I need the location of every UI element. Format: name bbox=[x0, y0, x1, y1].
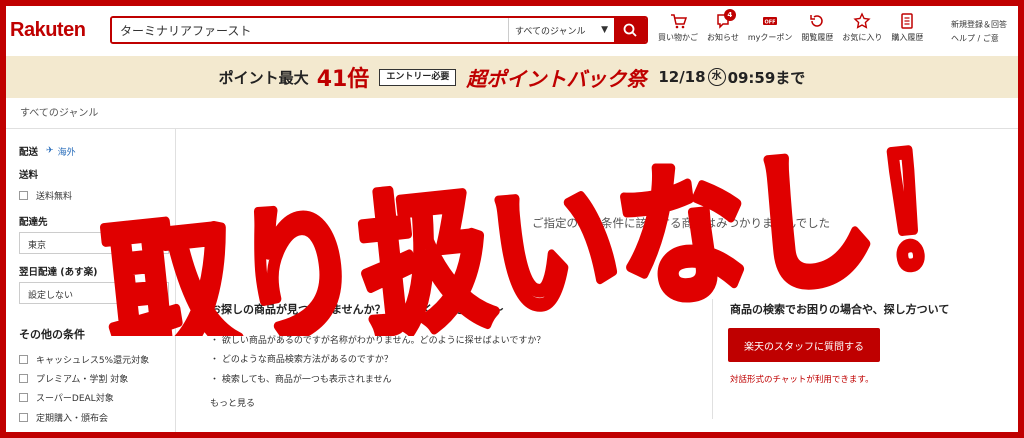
cart-icon bbox=[671, 14, 687, 29]
banner-entry-badge: エントリー必要 bbox=[379, 68, 457, 86]
nextday-heading: 翌日配達 (あす楽) bbox=[19, 267, 98, 278]
condition-checkbox[interactable] bbox=[19, 393, 28, 402]
star-icon bbox=[853, 12, 871, 29]
condition-option[interactable]: キャッシュレス5%還元対象 bbox=[19, 353, 149, 366]
column-divider bbox=[712, 299, 713, 419]
no-result-message: ご指定の検索条件に該当する商品はみつかりませんでした bbox=[532, 216, 831, 230]
faq-title: お探しの商品が見つかりませんか？ ～ よくあるご質問 ～ bbox=[210, 303, 504, 316]
search-input[interactable] bbox=[112, 18, 508, 42]
purchase-history-link[interactable]: 購入履歴 bbox=[891, 12, 923, 43]
receipt-icon bbox=[901, 13, 914, 29]
favorites-link[interactable]: お気に入り bbox=[842, 12, 882, 43]
banner-weekday: 水 bbox=[707, 68, 726, 86]
coupon-link[interactable]: OFF myクーポン bbox=[747, 12, 793, 43]
condition-label: 定期購入・頒布会 bbox=[36, 414, 109, 424]
condition-checkbox[interactable] bbox=[19, 413, 28, 422]
nextday-select[interactable]: 設定しない bbox=[19, 282, 169, 304]
coupon-label: myクーポン bbox=[747, 33, 793, 42]
condition-option[interactable]: スーパーDEAL対象 bbox=[19, 391, 114, 404]
condition-checkbox[interactable] bbox=[19, 355, 28, 364]
faq-item[interactable]: ・ どのような商品検索方法があるのですか？ bbox=[210, 352, 393, 365]
faq-item[interactable]: ・ 検索しても、商品が一つも表示されません bbox=[210, 372, 392, 385]
search-bar: すべてのジャンル ▼ bbox=[110, 16, 648, 44]
banner-event-name: 超ポイントバック祭 bbox=[466, 66, 647, 91]
condition-checkbox[interactable] bbox=[19, 374, 28, 383]
condition-label: スーパーDEAL対象 bbox=[36, 394, 114, 404]
banner-point-max: ポイント最大 bbox=[218, 68, 309, 87]
search-icon bbox=[623, 23, 637, 37]
register-links: 新規登録＆回答 ヘルプ / ご意 bbox=[951, 18, 1007, 46]
shipping-heading: 送料 bbox=[19, 170, 39, 181]
svg-text:OFF: OFF bbox=[765, 20, 776, 26]
destination-select[interactable]: 東京 bbox=[19, 232, 169, 254]
search-button[interactable] bbox=[614, 18, 646, 42]
history-label: 閲覧履歴 bbox=[801, 33, 834, 42]
plane-icon: ✈ bbox=[46, 146, 54, 156]
screenshot-frame: Rakuten すべてのジャンル ▼ 買い物かご 4 お知らせ OFF bbox=[6, 6, 1018, 432]
notification-link[interactable]: 4 お知らせ bbox=[707, 9, 739, 43]
register-link[interactable]: 新規登録＆回答 bbox=[951, 18, 1007, 32]
chat-note: 対話形式のチャットが利用できます。 bbox=[730, 375, 874, 385]
notification-label: お知らせ bbox=[707, 33, 739, 42]
condition-label: キャッシュレス5%還元対象 bbox=[36, 356, 150, 366]
condition-option[interactable]: プレミアム・学割 対象 bbox=[19, 372, 128, 385]
more-link[interactable]: もっと見る bbox=[210, 396, 255, 409]
free-shipping-label: 送料無料 bbox=[36, 192, 73, 202]
banner-time: 09:59まで bbox=[727, 68, 806, 87]
destination-heading: 配達先 bbox=[19, 217, 48, 228]
ask-staff-button[interactable]: 楽天のスタッフに質問する bbox=[728, 328, 880, 362]
history-icon bbox=[810, 15, 824, 27]
banner-date: 12/18 bbox=[658, 68, 706, 86]
delivery-heading: 配送 bbox=[19, 147, 39, 158]
genre-select-label: すべてのジャンル bbox=[515, 26, 586, 37]
notification-badge: 4 bbox=[723, 9, 736, 21]
purchase-history-label: 購入履歴 bbox=[891, 33, 924, 42]
history-link[interactable]: 閲覧履歴 bbox=[801, 12, 833, 43]
site-header: Rakuten すべてのジャンル ▼ 買い物かご 4 お知らせ OFF bbox=[6, 6, 1018, 56]
favorites-label: お気に入り bbox=[842, 33, 883, 42]
faq-item-text: 検索しても、商品が一つも表示されません bbox=[221, 375, 392, 385]
breadcrumb[interactable]: すべてのジャンル bbox=[20, 104, 98, 119]
free-shipping-checkbox[interactable] bbox=[19, 191, 28, 200]
rakuten-logo[interactable]: Rakuten bbox=[10, 19, 86, 42]
genre-select[interactable]: すべてのジャンル ▼ bbox=[508, 18, 614, 42]
help-link[interactable]: ヘルプ / ご意 bbox=[951, 32, 1007, 46]
condition-option[interactable]: 定期購入・頒布会 bbox=[19, 411, 108, 424]
overseas-link[interactable]: 海外 bbox=[58, 145, 76, 158]
faq-item-text: どのような商品検索方法があるのですか？ bbox=[221, 355, 393, 365]
faq-item-text: 欲しい商品があるのですが名称がわかりません。どのように探せばよいですか？ bbox=[221, 336, 546, 346]
dropdown-caret-icon: ▼ bbox=[601, 25, 608, 35]
delivery-filter: 配送 ✈ 海外 bbox=[19, 144, 76, 158]
cart-label: 買い物かご bbox=[658, 33, 698, 42]
campaign-banner[interactable]: ポイント最大 41倍 エントリー必要 超ポイントバック祭 12/18 水 09:… bbox=[6, 56, 1018, 98]
banner-multiplier: 41倍 bbox=[316, 67, 370, 92]
header-icons: 買い物かご 4 お知らせ OFF myクーポン 閲覧履歴 お気に入り 購入履歴 bbox=[658, 9, 932, 43]
cart-link[interactable]: 買い物かご bbox=[658, 12, 698, 43]
help-title: 商品の検索でお困りの場合や、探し方ついて bbox=[730, 303, 950, 316]
other-conditions-heading: その他の条件 bbox=[19, 328, 85, 341]
filter-sidebar: 配送 ✈ 海外 送料 送料無料 配達先 東京 翌日配達 (あす楽) 設定しない … bbox=[6, 129, 176, 432]
faq-item[interactable]: ・ 欲しい商品があるのですが名称がわかりません。どのように探せばよいですか？ bbox=[210, 333, 545, 346]
free-shipping-option[interactable]: 送料無料 bbox=[19, 189, 72, 202]
condition-label: プレミアム・学割 対象 bbox=[36, 375, 129, 385]
coupon-icon: OFF bbox=[763, 17, 778, 26]
